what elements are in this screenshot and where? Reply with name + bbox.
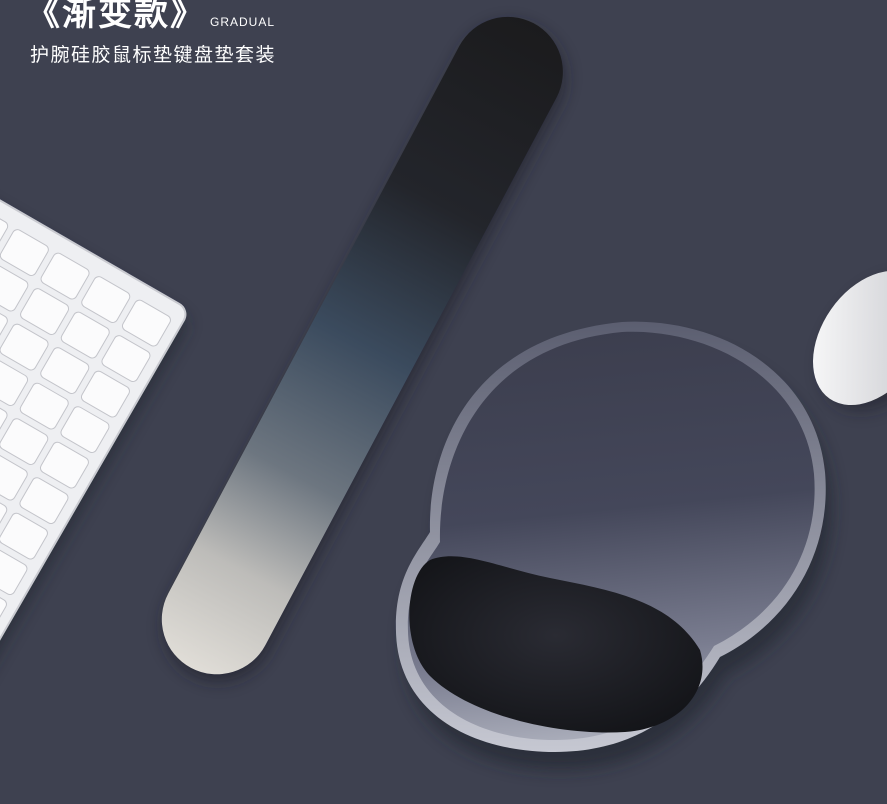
product-title-en: GRADUAL bbox=[210, 15, 276, 29]
product-scene bbox=[0, 16, 887, 770]
title-block: 《渐变款》 GRADUAL bbox=[26, 0, 275, 35]
mouse-pad-with-wrist-support bbox=[395, 321, 832, 770]
keyboard bbox=[0, 163, 187, 766]
product-subtitle: 护腕硅胶鼠标垫键盘垫套装 bbox=[30, 44, 277, 66]
mouse bbox=[813, 270, 887, 411]
product-title: 《渐变款》 bbox=[26, 0, 206, 34]
